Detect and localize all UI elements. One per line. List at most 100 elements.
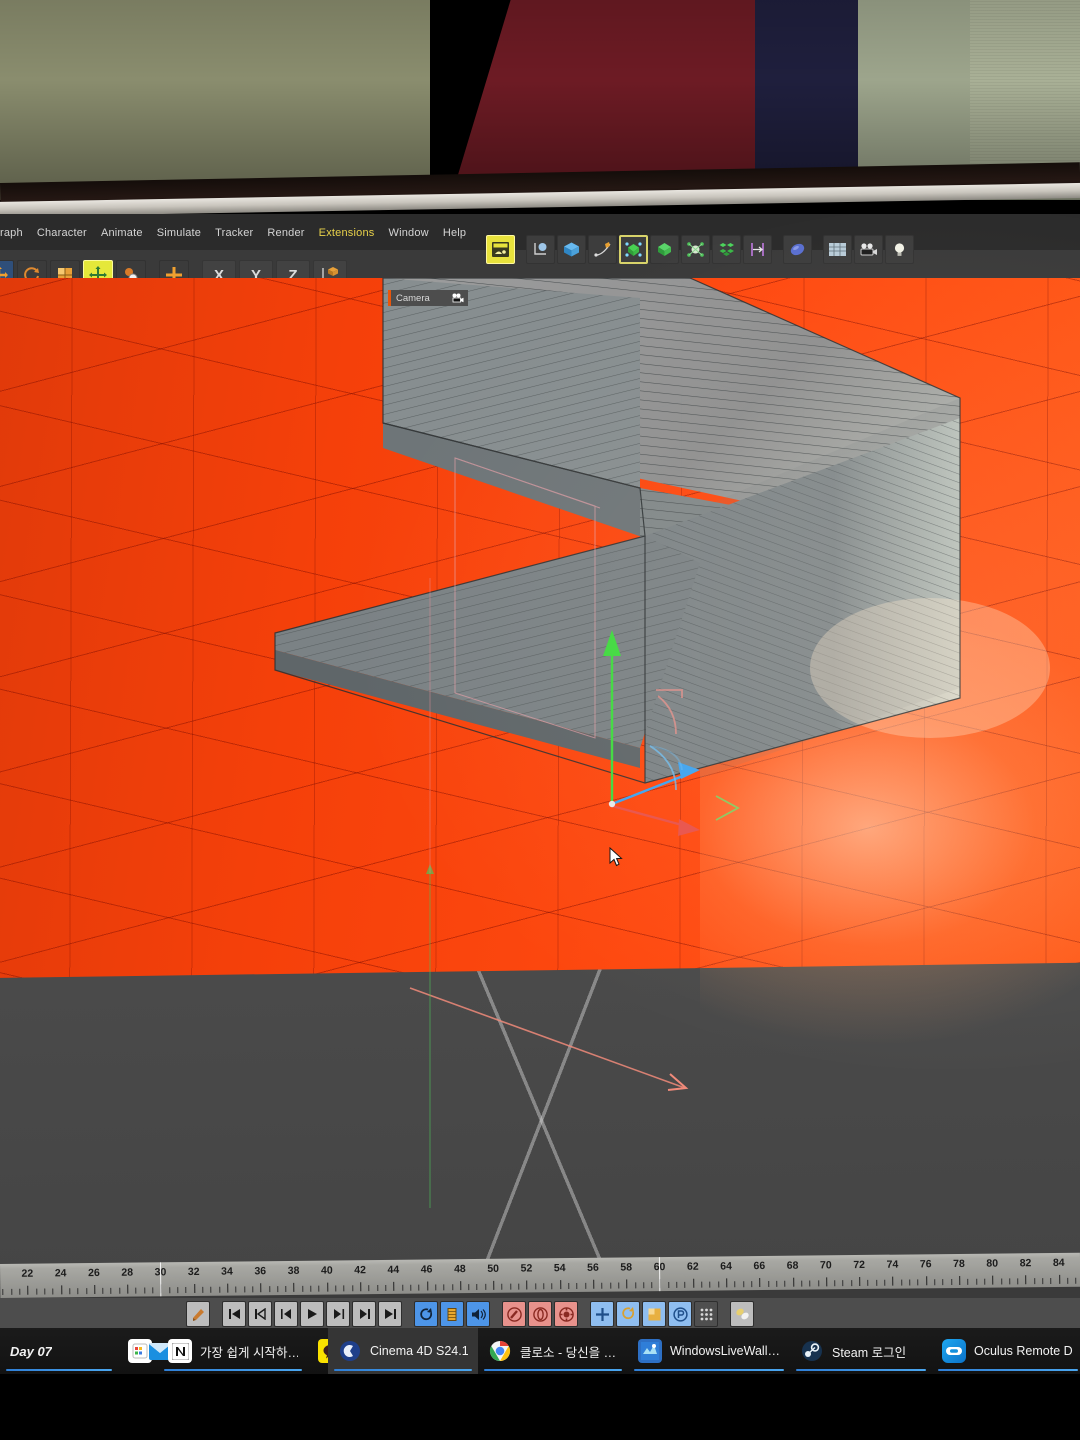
taskbar-item-notion[interactable]: 가장 쉽게 시작하… — [158, 1328, 308, 1374]
taskbar-item-kakaotalk[interactable] — [308, 1328, 342, 1374]
gizmo-rotation-bands — [649, 689, 740, 821]
ruler-tick-minor — [285, 1286, 287, 1293]
menu-item-simulate[interactable]: Simulate — [157, 227, 201, 239]
ruler-label: 40 — [320, 1264, 333, 1277]
ruler-tick-minor — [701, 1281, 703, 1288]
ruler-tick-major — [193, 1283, 195, 1293]
deformer-icon[interactable] — [681, 234, 710, 264]
array-generator-icon[interactable] — [650, 234, 679, 264]
ruler-tick-minor — [618, 1282, 620, 1289]
ruler-tick-minor — [476, 1283, 478, 1291]
taskbar-item-mail[interactable] — [138, 1328, 171, 1374]
ruler-tick-minor — [767, 1280, 769, 1287]
ruler-tick-minor — [1042, 1278, 1044, 1285]
chrome-icon[interactable] — [488, 1339, 512, 1363]
light-icon[interactable] — [885, 234, 914, 264]
frame-range-icon[interactable] — [440, 1301, 464, 1327]
oculus-icon[interactable] — [942, 1339, 966, 1363]
ruler-tick-minor — [1050, 1277, 1052, 1284]
ruler-tick-minor — [917, 1279, 919, 1286]
taskbar-running-underline — [164, 1368, 302, 1371]
ruler-tick-minor — [1067, 1277, 1069, 1284]
menu-item-help[interactable]: Help — [443, 227, 466, 239]
taskbar-running-underline — [334, 1368, 472, 1371]
go-to-previous-keyframe-icon[interactable] — [248, 1301, 272, 1327]
ruler-tick-minor — [335, 1285, 337, 1292]
ruler-tick-minor — [110, 1287, 112, 1294]
ruler-tick-minor — [784, 1280, 786, 1287]
camera-icon[interactable] — [854, 234, 883, 264]
position-key-icon[interactable] — [590, 1301, 614, 1327]
go-to-next-keyframe-icon[interactable] — [352, 1301, 376, 1327]
viewport-camera-label[interactable]: Camera — [388, 290, 468, 306]
ruler-label: 70 — [819, 1259, 832, 1272]
play-icon[interactable] — [300, 1301, 324, 1327]
ruler-tick-major — [1025, 1275, 1027, 1285]
record-keyframe-icon[interactable] — [186, 1301, 210, 1327]
keyframe-selection-icon[interactable] — [528, 1301, 552, 1327]
autokeying-icon[interactable] — [502, 1301, 526, 1327]
gizmo-x-axis — [611, 804, 700, 836]
material-sphere-icon[interactable] — [783, 234, 812, 264]
ruler-tick-minor — [435, 1284, 437, 1291]
render-view-icon[interactable] — [486, 234, 515, 264]
sound-icon[interactable] — [466, 1301, 490, 1327]
viewport-3d[interactable]: Camera — [0, 278, 1080, 1264]
taskbar-item-chrome[interactable]: 클로소 - 당신을 … — [478, 1328, 628, 1374]
menu-item-graph[interactable]: raph — [0, 227, 23, 239]
cube-primitive-icon[interactable] — [557, 234, 586, 264]
ruler-label: 54 — [553, 1262, 566, 1275]
taskbar-item-cinema4d[interactable]: Cinema 4D S24.1… — [328, 1328, 478, 1374]
taskbar-item-oculus[interactable]: Oculus Remote D… — [932, 1328, 1080, 1374]
taskbar-item-store[interactable] — [118, 1328, 152, 1374]
menu-item-render[interactable]: Render — [267, 227, 304, 239]
loop-icon[interactable] — [414, 1301, 438, 1327]
mograph-cloner-icon[interactable] — [712, 234, 741, 264]
menu-item-extensions[interactable]: Extensions — [319, 227, 375, 239]
field-object-icon[interactable] — [743, 234, 772, 264]
application-menu-bar: raph Character Animate Simulate Tracker … — [0, 214, 1080, 290]
go-to-start-icon[interactable] — [222, 1301, 246, 1327]
ruler-label: 46 — [420, 1263, 433, 1276]
cinema4d-icon[interactable] — [338, 1339, 362, 1363]
windowslivewall-icon[interactable] — [638, 1339, 662, 1363]
rotation-key-icon[interactable] — [616, 1301, 640, 1327]
menu-item-character[interactable]: Character — [37, 227, 87, 239]
null-object-icon[interactable] — [526, 234, 555, 264]
notion-icon[interactable] — [168, 1339, 192, 1363]
scene-nodes-icon[interactable] — [823, 234, 852, 264]
ruler-label: 34 — [221, 1265, 233, 1278]
ruler-tick-minor — [368, 1285, 370, 1292]
taskbar-item-windowslivewall[interactable]: WindowsLiveWall… — [628, 1328, 790, 1374]
taskbar-label-notion: 가장 쉽게 시작하… — [200, 1345, 298, 1360]
pla-key-icon[interactable] — [694, 1301, 718, 1327]
taskbar-running-underline — [484, 1368, 622, 1371]
taskbar-item-day07[interactable]: Day 07 — [0, 1328, 118, 1374]
ruler-tick-minor — [10, 1288, 12, 1295]
move-gizmo[interactable] — [520, 598, 820, 858]
ruler-tick-major — [892, 1276, 894, 1286]
ruler-tick-minor — [934, 1279, 936, 1286]
parameter-key-icon[interactable] — [668, 1301, 692, 1327]
keyframe-mode-icon[interactable] — [730, 1301, 754, 1327]
scale-key-icon[interactable] — [642, 1301, 666, 1327]
menu-item-animate[interactable]: Animate — [101, 227, 143, 239]
step-forward-icon[interactable] — [326, 1301, 350, 1327]
ruler-tick-major — [94, 1285, 96, 1295]
spline-pen-icon[interactable] — [588, 234, 617, 264]
go-to-end-icon[interactable] — [378, 1301, 402, 1327]
animation-settings-icon[interactable] — [554, 1301, 578, 1327]
subdivision-surface-icon[interactable] — [619, 234, 648, 264]
ruler-tick-major — [127, 1284, 129, 1294]
step-back-icon[interactable] — [274, 1301, 298, 1327]
camera-icon[interactable] — [452, 293, 464, 303]
steam-icon[interactable] — [800, 1339, 824, 1363]
menu-item-window[interactable]: Window — [388, 227, 428, 239]
ruler-tick-minor — [277, 1286, 279, 1293]
ruler-tick-minor — [509, 1283, 512, 1290]
menu-item-tracker[interactable]: Tracker — [215, 227, 253, 239]
ruler-tick-minor — [676, 1281, 678, 1288]
ruler-tick-major — [60, 1285, 62, 1295]
ruler-label: 50 — [487, 1262, 500, 1275]
taskbar-item-steam[interactable]: Steam 로그인 — [790, 1328, 932, 1374]
